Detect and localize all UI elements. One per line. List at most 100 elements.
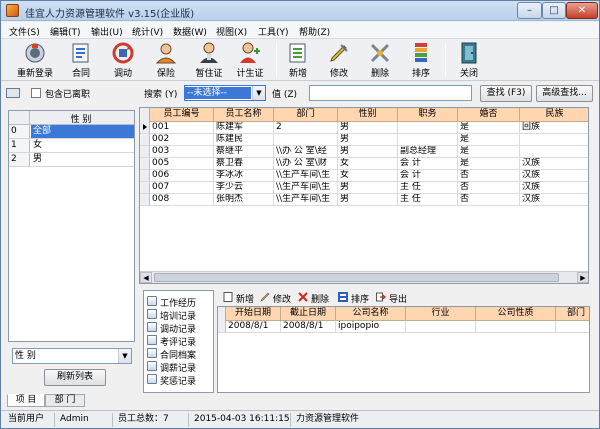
app-logo-icon: [6, 4, 19, 17]
relogin-button[interactable]: 重新登录: [13, 41, 57, 79]
table-row[interactable]: 008 张明杰 \\生产车间\生男主 任否汉族: [140, 194, 588, 206]
table-cell: 回族: [520, 122, 588, 134]
document-icon: [147, 322, 157, 332]
scroll-right-icon[interactable]: ▶: [577, 272, 588, 283]
family-planning-button[interactable]: 计生证: [233, 41, 267, 79]
column-header[interactable]: 员工名称: [214, 108, 274, 122]
add-icon: [289, 43, 306, 63]
table-row[interactable]: 007 李少云 \\生产车间\生男主 任否汉族: [140, 182, 588, 194]
column-header[interactable]: 开始日期: [226, 307, 281, 321]
document-icon: [147, 335, 157, 345]
record-nav: 工作经历 培训记录 调动记录 考评记录 合同档案 调薪记录 奖惩记录: [143, 290, 214, 393]
chevron-down-icon: ▼: [252, 86, 265, 100]
group-by-select[interactable]: 性 别 ▼: [12, 348, 132, 364]
row-pointer-icon: [143, 124, 147, 130]
menu-help[interactable]: 帮助(Z): [299, 25, 330, 38]
table-cell: 张明杰: [214, 194, 274, 206]
table-cell: 男: [338, 194, 398, 206]
column-header[interactable]: 公司名称: [336, 307, 406, 321]
sort-button[interactable]: 排序: [406, 41, 436, 79]
category-row[interactable]: 1 女: [9, 139, 134, 153]
relogin-icon: [25, 43, 45, 63]
record-toolbar: 新增 修改 删除 排序 导出: [217, 290, 590, 305]
scroll-thumb[interactable]: [154, 273, 559, 282]
table-row[interactable]: 003 蔡继平 \\办 公 室\经男副总经理是: [140, 146, 588, 158]
tab-departments[interactable]: 部 门: [45, 394, 85, 407]
table-row[interactable]: 001 陈建军 2 男 是回族: [140, 122, 588, 134]
table-cell: 汉族: [520, 194, 588, 206]
column-header[interactable]: 部门: [556, 307, 589, 321]
table-cell: 李少云: [214, 182, 274, 194]
transfer-button[interactable]: 调动: [108, 41, 138, 79]
maximize-button[interactable]: □: [542, 2, 566, 19]
table-row[interactable]: 006 李冰冰 \\生产车间\生女会 计否汉族: [140, 170, 588, 182]
minimize-button[interactable]: –: [517, 2, 542, 19]
column-header[interactable]: 员工编号: [150, 108, 214, 122]
menu-data[interactable]: 数据(W): [173, 25, 207, 38]
status-user: Admin: [57, 413, 113, 427]
record-edit-button[interactable]: 修改: [260, 291, 296, 305]
search-field-select[interactable]: --未选择-- ▼: [184, 85, 266, 101]
record-sort-button[interactable]: 排序: [338, 291, 374, 305]
scroll-left-icon[interactable]: ◀: [140, 272, 152, 283]
insurance-button[interactable]: 保险: [151, 41, 181, 79]
table-cell: 否: [458, 194, 520, 206]
status-bar: 当前用户 Admin 员工总数：7 2015-04-03 16:11:15 力资…: [1, 410, 599, 428]
close-module-button[interactable]: 关闭: [454, 41, 484, 79]
record-export-button[interactable]: 导出: [376, 291, 412, 305]
table-cell: 否: [458, 170, 520, 182]
table-cell: 会 计: [398, 170, 458, 182]
menu-bar: 文件(S) 编辑(T) 输出(U) 统计(V) 数据(W) 视图(X) 工具(Y…: [1, 22, 599, 39]
left-tabs: 项 目 部 门: [7, 394, 136, 408]
category-table: 性 别 0 全部 1 女 2 男: [8, 110, 135, 342]
menu-file[interactable]: 文件(S): [9, 25, 40, 38]
employee-grid-header: 员工编号 员工名称 部门 性别 职务 婚否 民族: [140, 108, 588, 122]
column-header[interactable]: 截止日期: [281, 307, 336, 321]
menu-output[interactable]: 输出(U): [91, 25, 123, 38]
category-row[interactable]: 2 男: [9, 153, 134, 167]
edit-record-button[interactable]: 修改: [324, 41, 354, 79]
column-header[interactable]: 行业: [406, 307, 476, 321]
menu-edit[interactable]: 编辑(T): [50, 25, 81, 38]
table-row[interactable]: 2008/8/1 2008/8/1 ipoipopio: [218, 321, 589, 333]
delete-x-icon: [298, 292, 308, 302]
record-add-button[interactable]: 新增: [223, 291, 259, 305]
sort-icon: [415, 43, 427, 62]
close-door-icon: [461, 42, 477, 64]
search-value-input[interactable]: [309, 85, 472, 101]
work-history-grid: 开始日期 截止日期 公司名称 行业 公司性质 部门 2008/8/1 2008/…: [217, 306, 590, 393]
include-left-checkbox[interactable]: [31, 88, 41, 98]
column-header[interactable]: 婚否: [458, 108, 520, 122]
category-row[interactable]: 0 全部: [9, 125, 134, 139]
panel-dock-icon[interactable]: [6, 88, 20, 98]
residence-permit-button[interactable]: 暂住证: [192, 41, 226, 79]
delete-record-button[interactable]: 删除: [365, 41, 395, 79]
add-record-button[interactable]: 新增: [283, 41, 313, 79]
horizontal-scrollbar[interactable]: ◀ ▶: [140, 271, 588, 283]
table-row[interactable]: 005 蔡卫春 \\办 公 室\财女会 计是汉族: [140, 158, 588, 170]
menu-tools[interactable]: 工具(Y): [258, 25, 289, 38]
contract-button[interactable]: 合同: [66, 41, 96, 79]
refresh-list-button[interactable]: 刷新列表: [44, 369, 106, 386]
column-header[interactable]: 性别: [338, 108, 398, 122]
table-cell: [520, 134, 588, 146]
title-bar: 佳宜人力资源管理软件 v3.15(企业版) – □ ✕: [1, 1, 599, 21]
column-header[interactable]: 职务: [398, 108, 458, 122]
column-header[interactable]: 民族: [520, 108, 588, 122]
find-button[interactable]: 查找 (F3): [480, 85, 532, 102]
table-cell: [398, 122, 458, 134]
menu-view[interactable]: 视图(X): [216, 25, 247, 38]
close-window-button[interactable]: ✕: [566, 2, 598, 19]
table-cell: 005: [150, 158, 214, 170]
table-row[interactable]: 002 陈建民 男 是: [140, 134, 588, 146]
record-delete-button[interactable]: 删除: [298, 291, 334, 305]
tab-items[interactable]: 项 目: [7, 394, 45, 407]
advanced-search-button[interactable]: 高级查找...: [536, 85, 593, 102]
menu-statistics[interactable]: 统计(V): [132, 25, 163, 38]
column-header[interactable]: 公司性质: [476, 307, 556, 321]
table-cell: 主 任: [398, 194, 458, 206]
column-header[interactable]: 部门: [274, 108, 338, 122]
category-table-header: 性 别: [9, 111, 134, 125]
table-cell: 汉族: [520, 170, 588, 182]
table-cell: 是: [458, 122, 520, 134]
